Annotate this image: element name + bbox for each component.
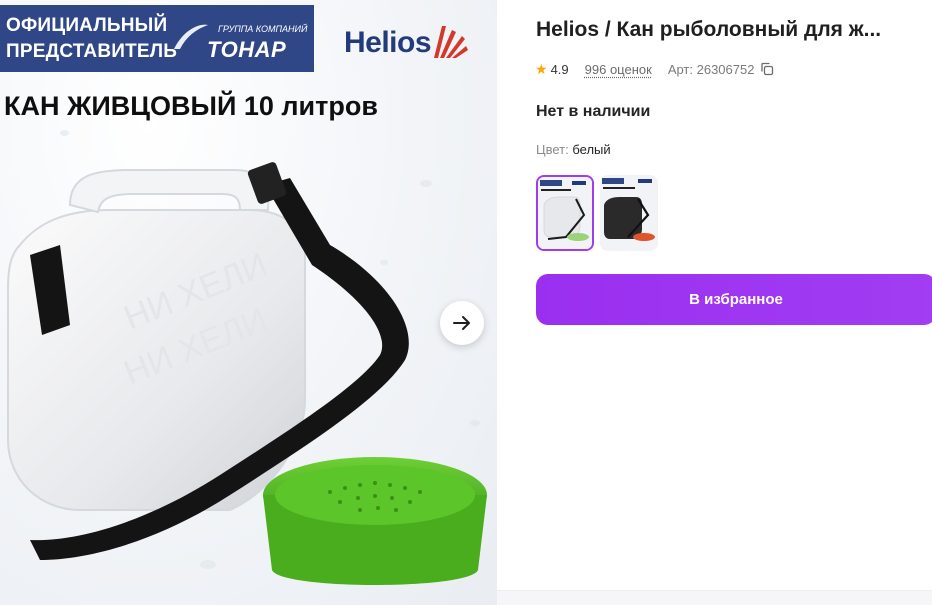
arrow-right-icon [453, 316, 470, 330]
product-meta-row: ★ 4.9 996 оценок Арт: 26306752 [535, 60, 774, 78]
section-divider [497, 590, 932, 605]
helios-logo: Helios [344, 24, 468, 60]
helios-sunburst-icon [434, 26, 468, 58]
product-gallery: ОФИЦИАЛЬНЫЙ ПРЕДСТАВИТЕЛЬ ГРУППА КОМПАНИ… [0, 0, 497, 605]
add-to-favorites-button[interactable]: В избранное [536, 274, 932, 325]
color-option-black-thumbnail [600, 175, 658, 251]
banner-line-2: ПРЕДСТАВИТЕЛЬ [6, 41, 178, 62]
banner-group-label: ГРУППА КОМПАНИЙ [218, 24, 308, 34]
color-label: Цвет: [536, 142, 569, 157]
color-option-white-thumbnail [538, 177, 592, 249]
gallery-next-button[interactable] [440, 301, 484, 345]
copy-icon [761, 62, 774, 76]
official-dealer-banner: ОФИЦИАЛЬНЫЙ ПРЕДСТАВИТЕЛЬ ГРУППА КОМПАНИ… [0, 5, 314, 72]
color-info: Цвет: белый [536, 142, 611, 157]
helios-logo-text: Helios [344, 26, 432, 59]
copy-article-button[interactable] [760, 62, 774, 76]
article-number: Арт: 26306752 [667, 61, 755, 77]
color-option-black[interactable] [600, 175, 658, 251]
product-title[interactable]: Helios / Кан рыболовный для ж... [536, 18, 932, 42]
product-info-panel: Helios / Кан рыболовный для ж... ★ 4.9 9… [497, 0, 932, 605]
color-option-white[interactable] [536, 175, 594, 251]
color-value: белый [572, 142, 611, 157]
availability-status: Нет в наличии [536, 103, 651, 120]
tonar-swoosh-icon [174, 24, 208, 49]
rating-value: 4.9 [550, 61, 569, 77]
image-caption: КАН ЖИВЦОВЫЙ 10 литров [4, 91, 378, 121]
star-icon: ★ [535, 60, 548, 77]
reviews-link[interactable]: 996 оценок [585, 62, 652, 77]
banner-brand: ТОНАР [207, 37, 287, 62]
product-image: НИ ХЕЛИ НИ ХЕЛИ [7, 162, 487, 585]
banner-line-1: ОФИЦИАЛЬНЫЙ [6, 15, 168, 36]
